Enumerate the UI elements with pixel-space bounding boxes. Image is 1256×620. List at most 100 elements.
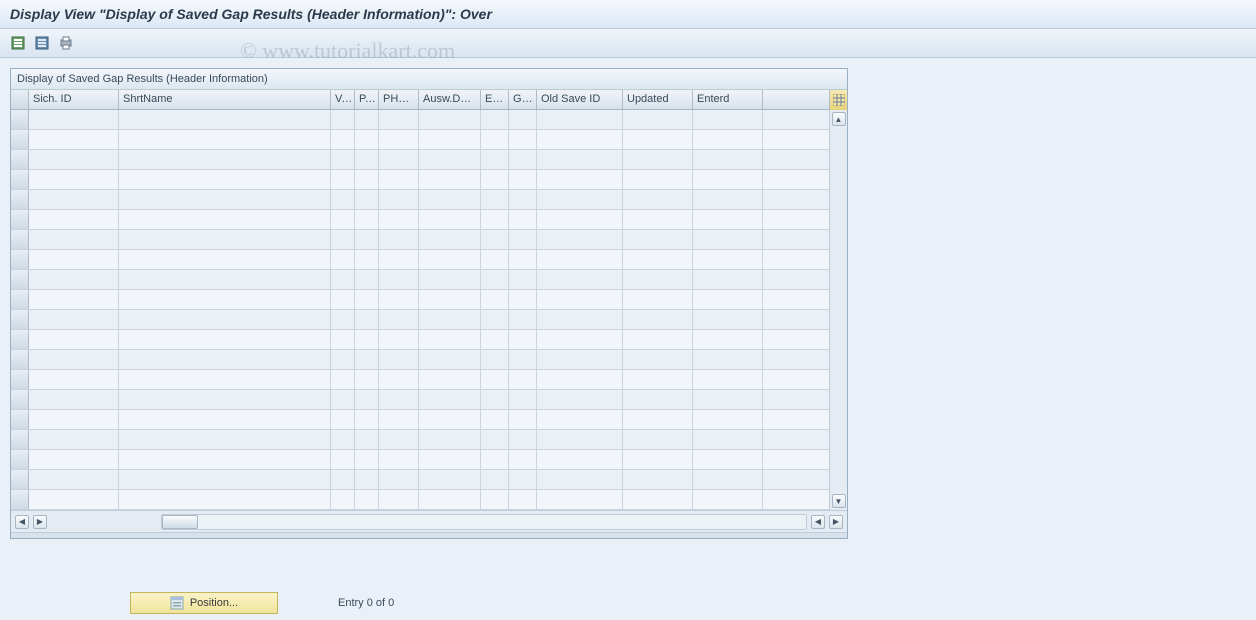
row-selector[interactable] bbox=[11, 290, 29, 309]
table-cell bbox=[29, 250, 119, 269]
table-cell bbox=[481, 230, 509, 249]
table-row[interactable] bbox=[11, 270, 829, 290]
table-cell bbox=[379, 190, 419, 209]
row-selector[interactable] bbox=[11, 370, 29, 389]
column-header[interactable]: V... bbox=[331, 90, 355, 109]
table-cell bbox=[355, 350, 379, 369]
table-row[interactable] bbox=[11, 490, 829, 510]
table-row[interactable] bbox=[11, 250, 829, 270]
column-header[interactable]: Ev... bbox=[481, 90, 509, 109]
scroll-down-button[interactable]: ▼ bbox=[832, 494, 846, 508]
table-cell bbox=[379, 410, 419, 429]
row-selector[interactable] bbox=[11, 330, 29, 349]
table-cell bbox=[379, 130, 419, 149]
column-header[interactable]: Enterd bbox=[693, 90, 763, 109]
scroll-up-button[interactable]: ▲ bbox=[832, 112, 846, 126]
deselect-all-button[interactable] bbox=[32, 33, 52, 53]
table-cell bbox=[119, 390, 331, 409]
row-selector[interactable] bbox=[11, 190, 29, 209]
row-selector[interactable] bbox=[11, 230, 29, 249]
table-cell bbox=[119, 330, 331, 349]
table-row[interactable] bbox=[11, 210, 829, 230]
column-header[interactable]: Updated bbox=[623, 90, 693, 109]
table-cell bbox=[331, 190, 355, 209]
table-cell bbox=[331, 390, 355, 409]
table-cell bbox=[419, 490, 481, 509]
table-row[interactable] bbox=[11, 390, 829, 410]
column-header[interactable]: ShrtName bbox=[119, 90, 331, 109]
column-header[interactable]: Ga... bbox=[509, 90, 537, 109]
scroll-left-end-button[interactable]: ◀ bbox=[811, 515, 825, 529]
table-row[interactable] bbox=[11, 410, 829, 430]
row-selector[interactable] bbox=[11, 390, 29, 409]
table-cell bbox=[623, 230, 693, 249]
table-row[interactable] bbox=[11, 450, 829, 470]
table-cell bbox=[355, 150, 379, 169]
row-selector[interactable] bbox=[11, 310, 29, 329]
entry-counter: Entry 0 of 0 bbox=[338, 597, 394, 609]
scroll-right-end-button[interactable]: ▶ bbox=[829, 515, 843, 529]
table-row[interactable] bbox=[11, 230, 829, 250]
table-cell bbox=[693, 130, 763, 149]
table-row[interactable] bbox=[11, 170, 829, 190]
table-row[interactable] bbox=[11, 350, 829, 370]
row-selector[interactable] bbox=[11, 270, 29, 289]
table-row[interactable] bbox=[11, 470, 829, 490]
column-header[interactable]: Sich. ID bbox=[29, 90, 119, 109]
table-cell bbox=[693, 150, 763, 169]
select-all-button[interactable] bbox=[8, 33, 28, 53]
table-cell bbox=[693, 190, 763, 209]
hscroll-thumb[interactable] bbox=[162, 515, 198, 529]
hscroll-track[interactable] bbox=[161, 514, 807, 530]
table-cell bbox=[355, 210, 379, 229]
row-selector[interactable] bbox=[11, 210, 29, 229]
table-cell bbox=[481, 210, 509, 229]
row-selector[interactable] bbox=[11, 490, 29, 509]
table-cell bbox=[623, 130, 693, 149]
column-header[interactable]: Old Save ID bbox=[537, 90, 623, 109]
print-button[interactable] bbox=[56, 33, 76, 53]
vertical-scrollbar[interactable]: ▲ ▼ bbox=[829, 110, 847, 510]
row-selector[interactable] bbox=[11, 450, 29, 469]
row-selector[interactable] bbox=[11, 250, 29, 269]
table-cell bbox=[481, 290, 509, 309]
row-selector[interactable] bbox=[11, 430, 29, 449]
position-button[interactable]: Position... bbox=[130, 592, 278, 614]
table-cell bbox=[509, 110, 537, 129]
row-selector[interactable] bbox=[11, 350, 29, 369]
table-cell bbox=[509, 150, 537, 169]
table-cell bbox=[419, 230, 481, 249]
table-cell bbox=[379, 170, 419, 189]
row-selector[interactable] bbox=[11, 410, 29, 429]
column-config-button[interactable] bbox=[829, 90, 847, 110]
table-cell bbox=[509, 190, 537, 209]
table-row[interactable] bbox=[11, 430, 829, 450]
table-row[interactable] bbox=[11, 330, 829, 350]
table-cell bbox=[379, 350, 419, 369]
table-row[interactable] bbox=[11, 290, 829, 310]
position-label: Position... bbox=[190, 597, 238, 609]
scroll-left-button[interactable]: ◀ bbox=[15, 515, 29, 529]
table-row[interactable] bbox=[11, 110, 829, 130]
horizontal-scrollbar[interactable]: ◀ ▶ ◀ ▶ bbox=[11, 510, 847, 532]
table-row[interactable] bbox=[11, 310, 829, 330]
table-row[interactable] bbox=[11, 130, 829, 150]
table-row[interactable] bbox=[11, 190, 829, 210]
column-header[interactable]: PHKn... bbox=[379, 90, 419, 109]
table-cell bbox=[623, 450, 693, 469]
table-row[interactable] bbox=[11, 370, 829, 390]
column-header[interactable]: P... bbox=[355, 90, 379, 109]
column-header[interactable]: Ausw.Datum bbox=[419, 90, 481, 109]
table-cell bbox=[537, 470, 623, 489]
row-selector[interactable] bbox=[11, 110, 29, 129]
table-cell bbox=[537, 310, 623, 329]
row-selector[interactable] bbox=[11, 130, 29, 149]
table-row[interactable] bbox=[11, 150, 829, 170]
scroll-right-button[interactable]: ▶ bbox=[33, 515, 47, 529]
row-selector[interactable] bbox=[11, 470, 29, 489]
table-cell bbox=[419, 110, 481, 129]
table-cell bbox=[119, 270, 331, 289]
table-cell bbox=[623, 310, 693, 329]
row-selector[interactable] bbox=[11, 150, 29, 169]
row-selector[interactable] bbox=[11, 170, 29, 189]
